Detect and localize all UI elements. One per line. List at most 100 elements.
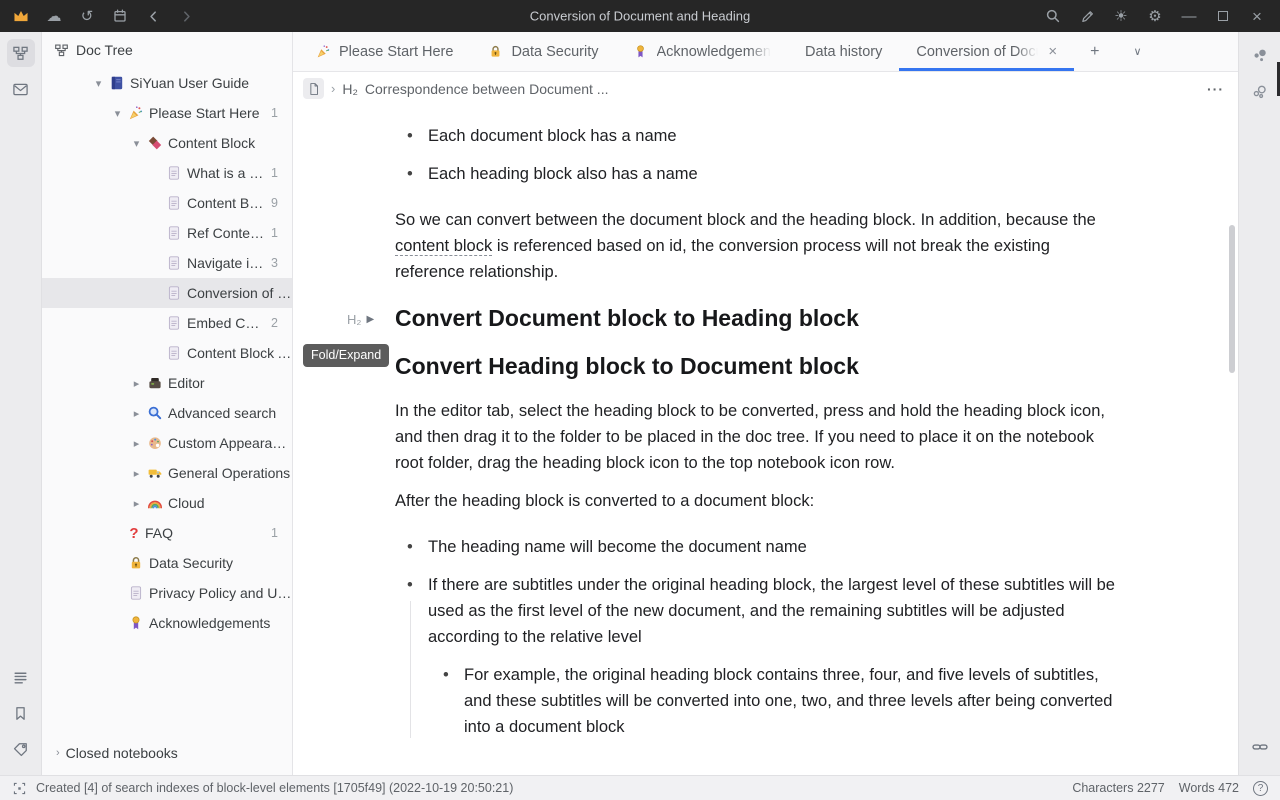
tab-list-chevron-icon[interactable]: ∨ bbox=[1115, 32, 1159, 71]
chevron-right-icon[interactable]: ▸ bbox=[128, 407, 145, 420]
back-icon[interactable] bbox=[144, 7, 162, 25]
tree-item-doc[interactable]: ▸ Cloud bbox=[42, 488, 292, 518]
tab-bar: Please Start Here Data Security Acknowle… bbox=[293, 32, 1238, 72]
list-item[interactable]: • If there are subtitles under the origi… bbox=[395, 572, 1115, 740]
bookmark-dock-icon[interactable] bbox=[7, 699, 35, 727]
content-scrollbar[interactable] bbox=[1229, 225, 1235, 373]
new-tab-button[interactable]: + bbox=[1074, 32, 1115, 71]
closed-notebooks-toggle[interactable]: › Closed notebooks bbox=[42, 735, 292, 775]
status-bar: Created [4] of search indexes of block-l… bbox=[0, 775, 1280, 800]
graph-dock-icon[interactable] bbox=[1246, 42, 1274, 70]
inbox-mail-icon[interactable] bbox=[7, 75, 35, 103]
truck-icon bbox=[145, 465, 165, 481]
gutter-h2-label: H₂ bbox=[347, 307, 361, 333]
tab-please-start-here[interactable]: Please Start Here bbox=[298, 32, 470, 71]
global-search-icon[interactable] bbox=[1044, 7, 1062, 25]
doc-tree-header-icon bbox=[54, 43, 69, 58]
left-dock bbox=[0, 32, 42, 775]
doc-tree-dock-icon[interactable] bbox=[7, 39, 35, 67]
list-item[interactable]: •The heading name will become the docume… bbox=[395, 534, 1115, 560]
chevron-right-icon[interactable]: ▸ bbox=[128, 467, 145, 480]
breadcrumb: › H₂ Correspondence between Document ...… bbox=[293, 72, 1238, 105]
outline-dock-icon[interactable] bbox=[7, 663, 35, 691]
tab-data-security[interactable]: Data Security bbox=[470, 32, 615, 71]
tree-item-doc[interactable]: ▾ Content Block bbox=[42, 128, 292, 158]
block-ref-link[interactable]: content block bbox=[395, 237, 492, 256]
lock-icon bbox=[487, 44, 503, 59]
tree-item-doc[interactable]: Content Block A... bbox=[42, 338, 292, 368]
tab-data-history[interactable]: Data history bbox=[788, 32, 899, 71]
tree-item-doc[interactable]: What is a C... 1 bbox=[42, 158, 292, 188]
tab-close-icon[interactable]: × bbox=[1048, 43, 1057, 60]
chevron-right-icon[interactable]: ▸ bbox=[128, 497, 145, 510]
document-icon bbox=[164, 255, 184, 271]
tree-item-doc[interactable]: Content Blo... 9 bbox=[42, 188, 292, 218]
notebook-icon bbox=[107, 75, 127, 91]
party-popper-icon bbox=[126, 105, 146, 121]
maximize-icon[interactable] bbox=[1214, 7, 1232, 25]
editor-content[interactable]: •Each document block has a name •Each he… bbox=[293, 105, 1238, 775]
paragraph[interactable]: So we can convert between the document b… bbox=[395, 207, 1115, 285]
minimize-icon[interactable]: — bbox=[1180, 7, 1198, 25]
tab-acknowledgements[interactable]: Acknowledgemen bbox=[616, 32, 788, 71]
tree-item-doc[interactable]: ▸ Editor bbox=[42, 368, 292, 398]
bullet-list: •Each document block has a name •Each he… bbox=[395, 123, 1115, 187]
doc-count-badge: 1 bbox=[265, 166, 292, 180]
tree-item-doc-selected[interactable]: Conversion of D... bbox=[42, 278, 292, 308]
tree-item-doc[interactable]: Privacy Policy and Us... bbox=[42, 578, 292, 608]
breadcrumb-heading-text[interactable]: Correspondence between Document ... bbox=[365, 81, 609, 97]
tab-conversion-active[interactable]: Conversion of Docum × bbox=[899, 32, 1074, 71]
daily-note-calendar-icon[interactable] bbox=[111, 7, 129, 25]
document-page-icon[interactable] bbox=[303, 78, 324, 99]
backlinks-link-icon[interactable] bbox=[1246, 733, 1274, 761]
doc-count-badge: 1 bbox=[265, 226, 292, 240]
tree-item-notebook[interactable]: ▾ SiYuan User Guide bbox=[42, 68, 292, 98]
close-icon[interactable]: × bbox=[1248, 7, 1266, 25]
chevron-down-icon[interactable]: ▾ bbox=[128, 137, 145, 150]
fold-expand-tooltip: Fold/Expand bbox=[303, 344, 389, 367]
tree-item-doc[interactable]: ▾ Please Start Here 1 bbox=[42, 98, 292, 128]
tree-item-doc[interactable]: Acknowledgements bbox=[42, 608, 292, 638]
tree-item-doc[interactable]: ▸ Custom Appearance bbox=[42, 428, 292, 458]
heading-convert-doc-to-heading[interactable]: Convert Document block to Heading block bbox=[395, 303, 1115, 333]
tree-item-doc[interactable]: ? FAQ 1 bbox=[42, 518, 292, 548]
heading-gutter[interactable]: H₂ ▶ bbox=[347, 307, 374, 333]
tree-item-doc[interactable]: ▸ General Operations bbox=[42, 458, 292, 488]
chevron-right-icon[interactable]: ▸ bbox=[128, 377, 145, 390]
document-icon bbox=[164, 315, 184, 331]
diamonds-icon bbox=[145, 135, 165, 151]
edit-mode-pencil-icon[interactable] bbox=[1078, 7, 1096, 25]
more-options-icon[interactable]: ··· bbox=[1207, 81, 1224, 97]
list-item[interactable]: •Each heading block also has a name bbox=[395, 161, 1115, 187]
tag-dock-icon[interactable] bbox=[7, 735, 35, 763]
data-history-icon[interactable]: ↺ bbox=[78, 7, 96, 25]
sync-cloud-icon[interactable]: ☁ bbox=[45, 7, 63, 25]
workspace-crown-icon[interactable] bbox=[12, 7, 30, 25]
document-icon bbox=[164, 225, 184, 241]
paragraph[interactable]: In the editor tab, select the heading bl… bbox=[395, 398, 1115, 476]
list-item[interactable]: •Each document block has a name bbox=[395, 123, 1115, 149]
global-graph-dock-icon[interactable] bbox=[1246, 78, 1274, 106]
heading-convert-heading-to-doc[interactable]: Convert Heading block to Document block bbox=[395, 351, 1115, 381]
chevron-right-icon[interactable]: ▸ bbox=[128, 437, 145, 450]
titlebar-left-icons: ☁ ↺ bbox=[0, 7, 195, 25]
chevron-right-icon: › bbox=[331, 81, 335, 96]
tree-item-doc[interactable]: Embed Con... 2 bbox=[42, 308, 292, 338]
tree-item-doc[interactable]: Ref Content... 1 bbox=[42, 218, 292, 248]
tree-item-doc[interactable]: ▸ Advanced search bbox=[42, 398, 292, 428]
paragraph[interactable]: After the heading block is converted to … bbox=[395, 488, 1115, 514]
medal-icon bbox=[633, 44, 649, 59]
theme-brightness-icon[interactable]: ☀ bbox=[1112, 7, 1130, 25]
list-item[interactable]: •For example, the original heading block… bbox=[431, 662, 1115, 740]
editor-bento-icon bbox=[145, 375, 165, 391]
selection-square-icon[interactable] bbox=[12, 781, 27, 796]
forward-icon[interactable] bbox=[177, 7, 195, 25]
doc-tree-list: ▾ SiYuan User Guide ▾ Please Start Here … bbox=[42, 68, 292, 735]
help-icon[interactable]: ? bbox=[1253, 781, 1268, 796]
tree-item-doc[interactable]: Navigate in ... 3 bbox=[42, 248, 292, 278]
gutter-play-icon[interactable]: ▶ bbox=[366, 307, 374, 333]
settings-gear-icon[interactable]: ⚙ bbox=[1146, 7, 1164, 25]
chevron-down-icon[interactable]: ▾ bbox=[109, 107, 126, 120]
chevron-down-icon[interactable]: ▾ bbox=[90, 77, 107, 90]
tree-item-doc[interactable]: Data Security bbox=[42, 548, 292, 578]
